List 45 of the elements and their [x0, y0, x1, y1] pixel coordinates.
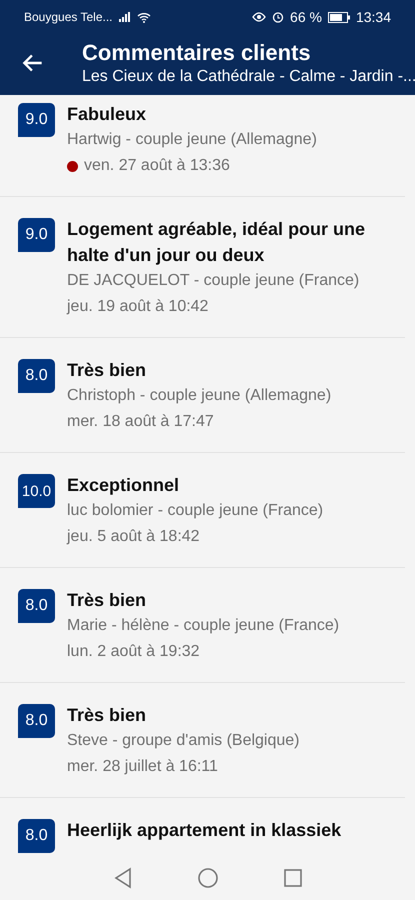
battery-icon	[328, 12, 350, 22]
review-title: Logement agréable, idéal pour une halte d'un jour ou deux	[67, 218, 366, 267]
review-item[interactable]: 8.0 Très bien Marie - hélène - couple jeune (France) lun. 2 août à 19:32	[0, 568, 405, 683]
review-date: jeu. 19 août à 10:42	[67, 297, 208, 317]
score-badge: 10.0	[18, 474, 55, 508]
review-item[interactable]: 8.0 Très bien Steve - groupe d'amis (Belgique) mer. 28 juillet à 16:11	[0, 683, 405, 798]
review-title: Très bien	[67, 704, 148, 727]
review-date: mer. 28 juillet à 16:11	[67, 757, 218, 777]
page-title: Commentaires clients	[82, 40, 312, 66]
reviewer-info: Hartwig - couple jeune (Allemagne)	[67, 130, 317, 150]
review-title: Très bien	[67, 359, 148, 382]
score-badge: 8.0	[18, 819, 55, 853]
score-badge: 8.0	[18, 589, 55, 623]
reviewer-info: Marie - hélène - couple jeune (France)	[67, 616, 340, 636]
recents-nav-icon[interactable]	[282, 868, 302, 888]
review-date: mer. 18 août à 17:47	[67, 412, 214, 432]
score-badge: 8.0	[18, 359, 55, 393]
reviewer-info: Steve - groupe d'amis (Belgique)	[67, 731, 300, 751]
review-date: ven. 27 août à 13:36	[84, 156, 230, 176]
review-title: Fabuleux	[67, 103, 148, 126]
score-badge: 9.0	[18, 218, 55, 252]
home-nav-icon[interactable]	[196, 866, 218, 888]
review-date: lun. 2 août à 19:32	[67, 642, 200, 662]
clock-time: 13:34	[356, 9, 391, 25]
score-badge: 8.0	[18, 704, 55, 738]
reviewer-info: Christoph - couple jeune (Allemagne)	[67, 386, 332, 406]
review-item[interactable]: 9.0 Fabuleux Hartwig - couple jeune (Allemagne) ven. 27 août à 13:36	[0, 95, 405, 197]
eye-icon	[252, 12, 266, 22]
back-nav-icon[interactable]	[112, 866, 132, 888]
review-date: jeu. 5 août à 18:42	[67, 527, 200, 547]
score-badge: 9.0	[18, 103, 55, 137]
alarm-icon	[272, 11, 284, 23]
signal-icon	[118, 12, 131, 22]
carrier-name: Bouygues Tele...	[24, 10, 113, 24]
review-item[interactable]: 8.0 Très bien Christoph - couple jeune (Allemagne) mer. 18 août à 17:47	[0, 338, 405, 453]
reviewer-info: DE JACQUELOT - couple jeune (France)	[67, 271, 360, 291]
review-item[interactable]: 10.0 Exceptionnel luc bolomier - couple jeune (France) jeu. 5 août à 18:42	[0, 453, 405, 568]
property-name: Les Cieux de la Cathédrale - Calme - Jardin -...	[82, 68, 415, 86]
review-title: Très bien	[67, 589, 148, 612]
review-title: Heerlijk appartement in klassiek	[67, 819, 342, 842]
wifi-icon	[136, 12, 151, 22]
battery-percent: 66 %	[290, 9, 322, 25]
review-title: Exceptionnel	[67, 474, 180, 497]
reviewer-info: luc bolomier - couple jeune (France)	[67, 501, 324, 521]
review-item[interactable]: 9.0 Logement agréable, idéal pour une halte d'un jour ou deux DE JACQUELOT - couple jeune (France) jeu. 19 août à 10:42	[0, 197, 405, 338]
